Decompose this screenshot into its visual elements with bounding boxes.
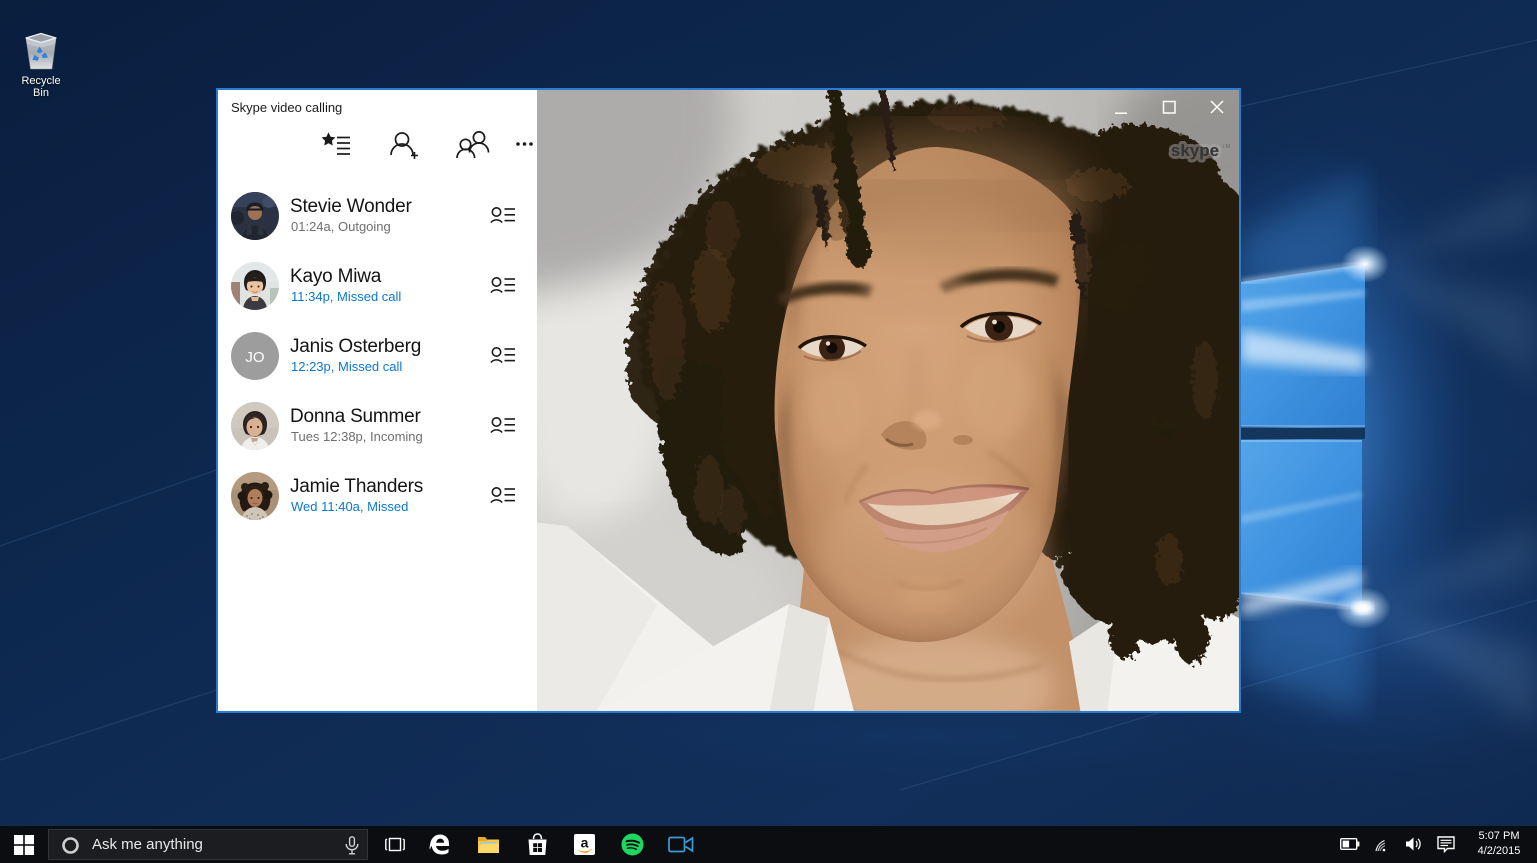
svg-text:TM: TM bbox=[1222, 144, 1230, 150]
svg-text:skype: skype bbox=[1171, 141, 1219, 160]
svg-text:JO: JO bbox=[245, 349, 264, 366]
svg-text:a: a bbox=[581, 835, 589, 851]
